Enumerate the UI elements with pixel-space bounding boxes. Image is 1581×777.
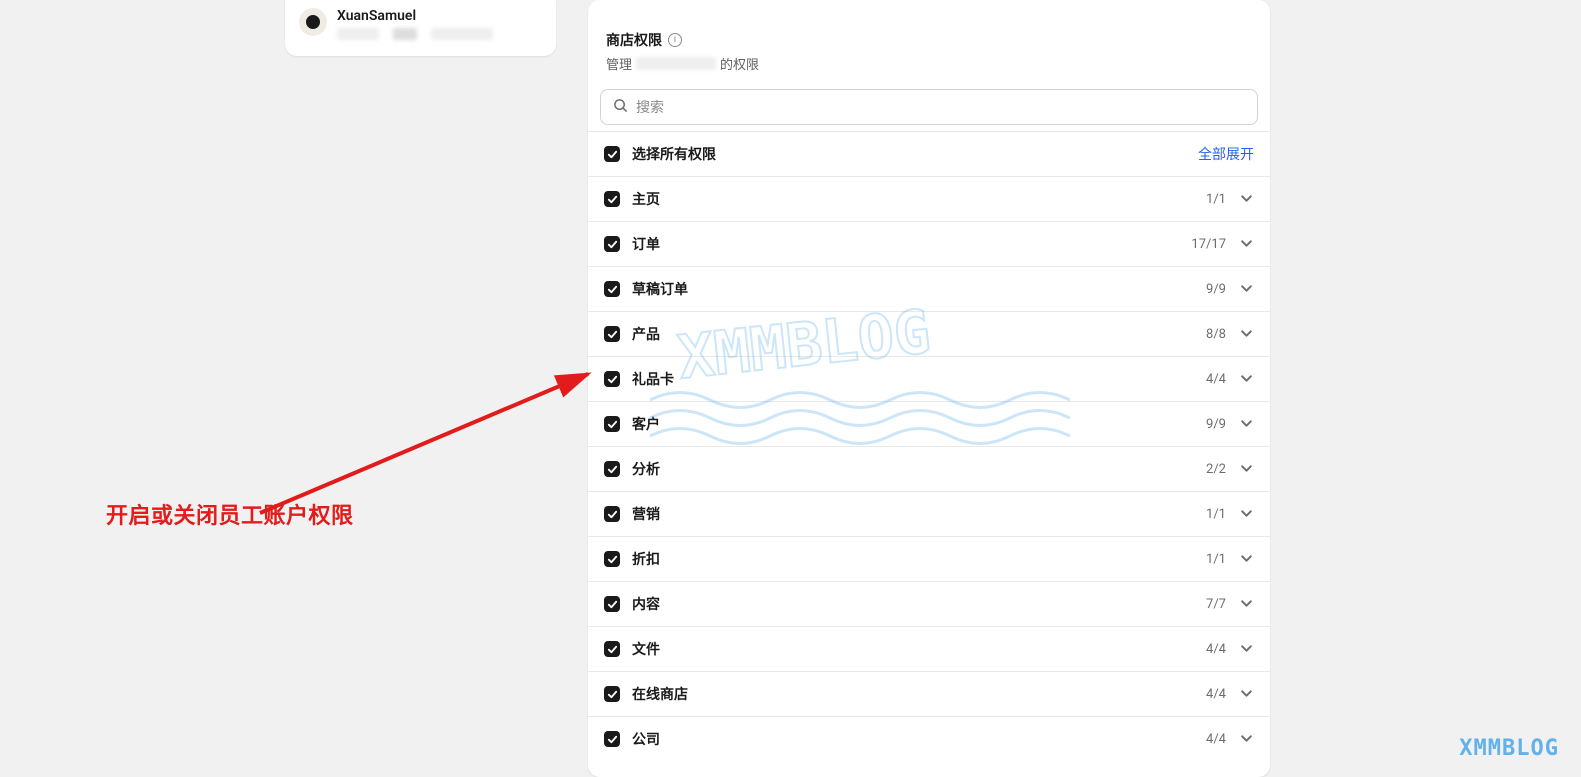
permission-count: 4/4 bbox=[1206, 687, 1226, 702]
permission-row[interactable]: 草稿订单 9/9 bbox=[588, 266, 1270, 311]
expand-all-link[interactable]: 全部展开 bbox=[1198, 144, 1254, 164]
permission-label: 公司 bbox=[632, 729, 1194, 749]
permission-count: 9/9 bbox=[1206, 417, 1226, 432]
select-all-label: 选择所有权限 bbox=[632, 144, 1186, 164]
permission-row[interactable]: 分析 2/2 bbox=[588, 446, 1270, 491]
permission-row[interactable]: 内容 7/7 bbox=[588, 581, 1270, 626]
permission-label: 折扣 bbox=[632, 549, 1194, 569]
chevron-down-icon[interactable] bbox=[1238, 415, 1254, 434]
permission-row[interactable]: 文件 4/4 bbox=[588, 626, 1270, 671]
permission-label: 产品 bbox=[632, 324, 1194, 344]
search-box[interactable] bbox=[600, 89, 1258, 125]
checkbox-icon[interactable] bbox=[604, 191, 620, 207]
user-card[interactable]: XuanSamuel bbox=[285, 0, 556, 56]
permission-count: 1/1 bbox=[1206, 552, 1226, 567]
permission-row[interactable]: 产品 8/8 bbox=[588, 311, 1270, 356]
permission-row[interactable]: 在线商店 4/4 bbox=[588, 671, 1270, 716]
user-meta bbox=[337, 28, 542, 42]
permission-label: 主页 bbox=[632, 189, 1194, 209]
checkbox-icon[interactable] bbox=[604, 416, 620, 432]
chevron-down-icon[interactable] bbox=[1238, 190, 1254, 209]
permission-count: 9/9 bbox=[1206, 282, 1226, 297]
checkbox-icon[interactable] bbox=[604, 281, 620, 297]
permission-count: 1/1 bbox=[1206, 192, 1226, 207]
info-icon[interactable]: i bbox=[668, 33, 682, 47]
permission-label: 文件 bbox=[632, 639, 1194, 659]
chevron-down-icon[interactable] bbox=[1238, 730, 1254, 749]
search-input[interactable] bbox=[636, 99, 1245, 115]
panel-subtitle: 管理 的权限 bbox=[606, 54, 1252, 73]
user-name: XuanSamuel bbox=[337, 8, 542, 24]
search-icon bbox=[613, 98, 628, 117]
permission-label: 订单 bbox=[632, 234, 1179, 254]
permission-label: 营销 bbox=[632, 504, 1194, 524]
permission-row[interactable]: 公司 4/4 bbox=[588, 716, 1270, 761]
permission-label: 在线商店 bbox=[632, 684, 1194, 704]
chevron-down-icon[interactable] bbox=[1238, 550, 1254, 569]
chevron-down-icon[interactable] bbox=[1238, 595, 1254, 614]
chevron-down-icon[interactable] bbox=[1238, 685, 1254, 704]
avatar bbox=[299, 8, 327, 36]
chevron-down-icon[interactable] bbox=[1238, 460, 1254, 479]
permission-label: 内容 bbox=[632, 594, 1194, 614]
permission-count: 2/2 bbox=[1206, 462, 1226, 477]
permission-count: 4/4 bbox=[1206, 372, 1226, 387]
checkbox-icon[interactable] bbox=[604, 596, 620, 612]
checkbox-icon[interactable] bbox=[604, 551, 620, 567]
watermark-logo: XMMBLOG bbox=[1459, 736, 1559, 761]
permission-count: 7/7 bbox=[1206, 597, 1226, 612]
checkbox-icon[interactable] bbox=[604, 146, 620, 162]
permission-count: 4/4 bbox=[1206, 642, 1226, 657]
permission-count: 1/1 bbox=[1206, 507, 1226, 522]
permission-row[interactable]: 主页 1/1 bbox=[588, 176, 1270, 221]
permission-row[interactable]: 客户 9/9 bbox=[588, 401, 1270, 446]
permission-row[interactable]: 营销 1/1 bbox=[588, 491, 1270, 536]
checkbox-icon[interactable] bbox=[604, 326, 620, 342]
permission-count: 4/4 bbox=[1206, 732, 1226, 747]
permission-row[interactable]: 礼品卡 4/4 bbox=[588, 356, 1270, 401]
chevron-down-icon[interactable] bbox=[1238, 505, 1254, 524]
panel-title: 商店权限 bbox=[606, 30, 662, 50]
permission-row[interactable]: 订单 17/17 bbox=[588, 221, 1270, 266]
checkbox-icon[interactable] bbox=[604, 461, 620, 477]
permission-label: 客户 bbox=[632, 414, 1194, 434]
chevron-down-icon[interactable] bbox=[1238, 280, 1254, 299]
permission-label: 礼品卡 bbox=[632, 369, 1194, 389]
chevron-down-icon[interactable] bbox=[1238, 370, 1254, 389]
permission-label: 草稿订单 bbox=[632, 279, 1194, 299]
chevron-down-icon[interactable] bbox=[1238, 235, 1254, 254]
select-all-row[interactable]: 选择所有权限 全部展开 bbox=[588, 131, 1270, 176]
checkbox-icon[interactable] bbox=[604, 731, 620, 747]
permission-count: 17/17 bbox=[1191, 237, 1226, 252]
permission-label: 分析 bbox=[632, 459, 1194, 479]
checkbox-icon[interactable] bbox=[604, 641, 620, 657]
permission-count: 8/8 bbox=[1206, 327, 1226, 342]
checkbox-icon[interactable] bbox=[604, 686, 620, 702]
chevron-down-icon[interactable] bbox=[1238, 640, 1254, 659]
permissions-panel: 商店权限 i 管理 的权限 选择所有权限 全部展开 主页 1/1 订单 17/17 草稿… bbox=[588, 0, 1270, 777]
chevron-down-icon[interactable] bbox=[1238, 325, 1254, 344]
permission-row[interactable]: 折扣 1/1 bbox=[588, 536, 1270, 581]
checkbox-icon[interactable] bbox=[604, 371, 620, 387]
checkbox-icon[interactable] bbox=[604, 236, 620, 252]
checkbox-icon[interactable] bbox=[604, 506, 620, 522]
annotation-text: 开启或关闭员工账户权限 bbox=[106, 498, 354, 530]
